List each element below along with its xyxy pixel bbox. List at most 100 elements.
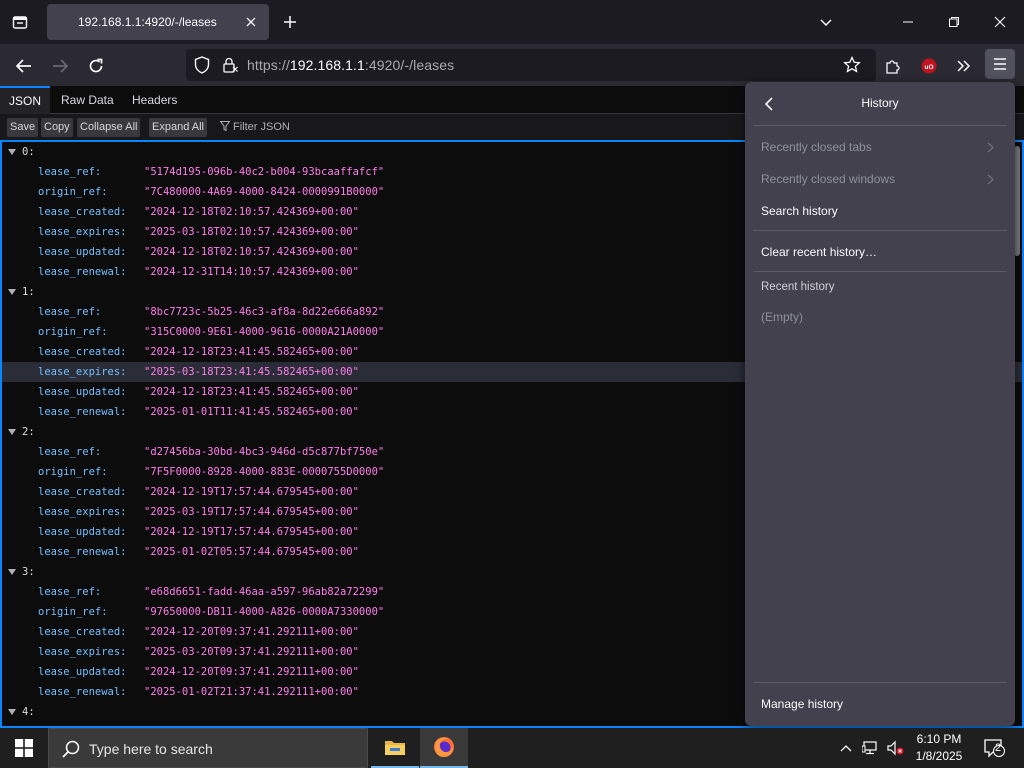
json-value: "2024-12-18T02:10:57.424369+00:00" xyxy=(144,206,359,218)
recently-closed-tabs[interactable]: Recently closed tabs xyxy=(761,140,872,154)
taskbar-search-box[interactable]: Type here to search xyxy=(48,728,368,768)
json-index: 1: xyxy=(22,286,35,298)
json-key: lease_created: xyxy=(38,626,127,638)
history-panel: History Recently closed tabs Recently cl… xyxy=(745,82,1015,726)
ublock-origin-icon[interactable]: uO xyxy=(916,53,942,79)
system-clock[interactable]: 6:10 PM 1/8/2025 xyxy=(900,731,978,765)
json-value: "2024-12-18T02:10:57.424369+00:00" xyxy=(144,246,359,258)
expand-triangle-icon[interactable] xyxy=(8,149,16,155)
chevron-right-icon xyxy=(985,142,995,152)
expand-triangle-icon[interactable] xyxy=(8,289,16,295)
filter-placeholder: Filter JSON xyxy=(233,121,290,133)
tab-json[interactable]: JSON xyxy=(0,86,50,114)
json-value: "2025-01-01T11:41:45.582465+00:00" xyxy=(144,406,359,418)
json-key: lease_created: xyxy=(38,486,127,498)
manage-history[interactable]: Manage history xyxy=(761,697,843,711)
reload-icon[interactable] xyxy=(83,53,109,79)
json-value: "2025-03-19T17:57:44.679545+00:00" xyxy=(144,506,359,518)
tab-strip: 192.168.1.1:4920/-/leases xyxy=(0,0,1024,44)
chevron-up-icon[interactable] xyxy=(836,738,856,758)
json-value: "2024-12-18T23:41:45.582465+00:00" xyxy=(144,346,359,358)
expand-all-button[interactable]: Expand All xyxy=(149,118,207,137)
json-key: lease_created: xyxy=(38,206,127,218)
divider xyxy=(753,230,1007,231)
file-explorer-icon[interactable] xyxy=(371,728,419,768)
json-value: "8bc7723c-5b25-46c3-af8a-8d22e666a892" xyxy=(144,306,385,318)
tab-raw-data[interactable]: Raw Data xyxy=(61,93,114,107)
notification-icon[interactable]: 2 xyxy=(982,738,1006,758)
filter-json-input[interactable]: Filter JSON xyxy=(219,121,290,133)
json-value: "d27456ba-30bd-4bc3-946d-d5c877bf750e" xyxy=(144,446,385,458)
divider xyxy=(753,125,1007,126)
json-key: lease_created: xyxy=(38,346,127,358)
forward-arrow-icon[interactable] xyxy=(47,53,73,79)
json-key: lease_expires: xyxy=(38,506,127,518)
search-history[interactable]: Search history xyxy=(761,204,838,218)
json-value: "2024-12-19T17:57:44.679545+00:00" xyxy=(144,526,359,538)
restore-icon[interactable] xyxy=(944,12,964,32)
json-key: lease_ref: xyxy=(38,166,102,178)
extensions-puzzle-icon[interactable] xyxy=(880,53,906,79)
windows-start-icon[interactable] xyxy=(0,728,48,768)
json-key: lease_updated: xyxy=(38,246,127,258)
tab-title: 192.168.1.1:4920/-/leases xyxy=(78,15,217,29)
lock-warning-icon[interactable] xyxy=(222,57,238,78)
overflow-chevrons-icon[interactable] xyxy=(951,53,977,79)
json-value: "e68d6651-fadd-46aa-a597-96ab82a72299" xyxy=(144,586,385,598)
back-arrow-icon[interactable] xyxy=(11,53,37,79)
clock-date: 1/8/2025 xyxy=(915,749,963,763)
divider xyxy=(753,682,1007,683)
save-button[interactable]: Save xyxy=(7,118,39,137)
json-value: "2024-12-20T09:37:41.292111+00:00" xyxy=(144,666,359,678)
recently-closed-windows[interactable]: Recently closed windows xyxy=(761,172,895,186)
taskbar: Type here to search 6:10 PM 1/8/2025 2 xyxy=(0,728,1024,768)
new-tab-icon[interactable] xyxy=(280,12,300,32)
json-value: "2025-01-02T21:37:41.292111+00:00" xyxy=(144,686,359,698)
json-value: "7C480000-4A69-4000-8424-0000991B0000" xyxy=(144,186,385,198)
json-key: lease_ref: xyxy=(38,306,102,318)
json-key: origin_ref: xyxy=(38,186,108,198)
json-value: "315C0000-9E61-4000-9616-0000A21A0000" xyxy=(144,326,385,338)
browser-tab[interactable]: 192.168.1.1:4920/-/leases xyxy=(47,4,269,40)
panel-title: History xyxy=(861,96,899,110)
json-value: "2024-12-31T14:10:57.424369+00:00" xyxy=(144,266,359,278)
collapse-all-button[interactable]: Collapse All xyxy=(77,118,141,137)
hamburger-menu-icon[interactable] xyxy=(985,49,1015,79)
json-key: origin_ref: xyxy=(38,466,108,478)
tab-headers[interactable]: Headers xyxy=(132,93,177,107)
json-value: "2024-12-19T17:57:44.679545+00:00" xyxy=(144,486,359,498)
json-index: 0: xyxy=(22,146,35,158)
json-key: lease_ref: xyxy=(38,446,102,458)
empty-label: (Empty) xyxy=(761,310,803,324)
json-key: lease_updated: xyxy=(38,386,127,398)
firefox-view-icon[interactable] xyxy=(8,10,32,34)
panel-header: History xyxy=(745,82,1015,126)
star-bookmark-icon[interactable] xyxy=(843,55,861,79)
expand-triangle-icon[interactable] xyxy=(8,429,16,435)
expand-triangle-icon[interactable] xyxy=(8,569,16,575)
json-key: lease_expires: xyxy=(38,646,127,658)
close-tab-icon[interactable] xyxy=(243,14,259,30)
copy-button[interactable]: Copy xyxy=(41,118,73,137)
json-key: origin_ref: xyxy=(38,606,108,618)
minimize-icon[interactable] xyxy=(898,12,918,32)
search-icon xyxy=(62,740,80,758)
json-key: lease_updated: xyxy=(38,666,127,678)
url-bar[interactable]: https://192.168.1.1:4920/-/leases xyxy=(186,49,876,81)
json-value: "97650000-DB11-4000-A826-0000A7330000" xyxy=(144,606,385,618)
url-text: https://192.168.1.1:4920/-/leases xyxy=(247,57,455,73)
chevron-down-icon[interactable] xyxy=(816,12,836,32)
json-value: "7F5F0000-8928-4000-883E-0000755D0000" xyxy=(144,466,385,478)
recent-history-heading: Recent history xyxy=(761,281,835,293)
close-window-icon[interactable] xyxy=(990,12,1010,32)
clear-recent-history[interactable]: Clear recent history… xyxy=(761,245,877,259)
json-key: lease_expires: xyxy=(38,226,127,238)
shield-icon[interactable] xyxy=(194,56,210,79)
json-key: lease_expires: xyxy=(38,366,127,378)
divider xyxy=(753,271,1007,272)
expand-triangle-icon[interactable] xyxy=(8,709,16,715)
filter-icon xyxy=(219,121,231,132)
firefox-icon[interactable] xyxy=(420,728,468,768)
network-icon[interactable] xyxy=(861,738,881,758)
json-value: "5174d195-096b-40c2-b004-93bcaaffafcf" xyxy=(144,166,385,178)
